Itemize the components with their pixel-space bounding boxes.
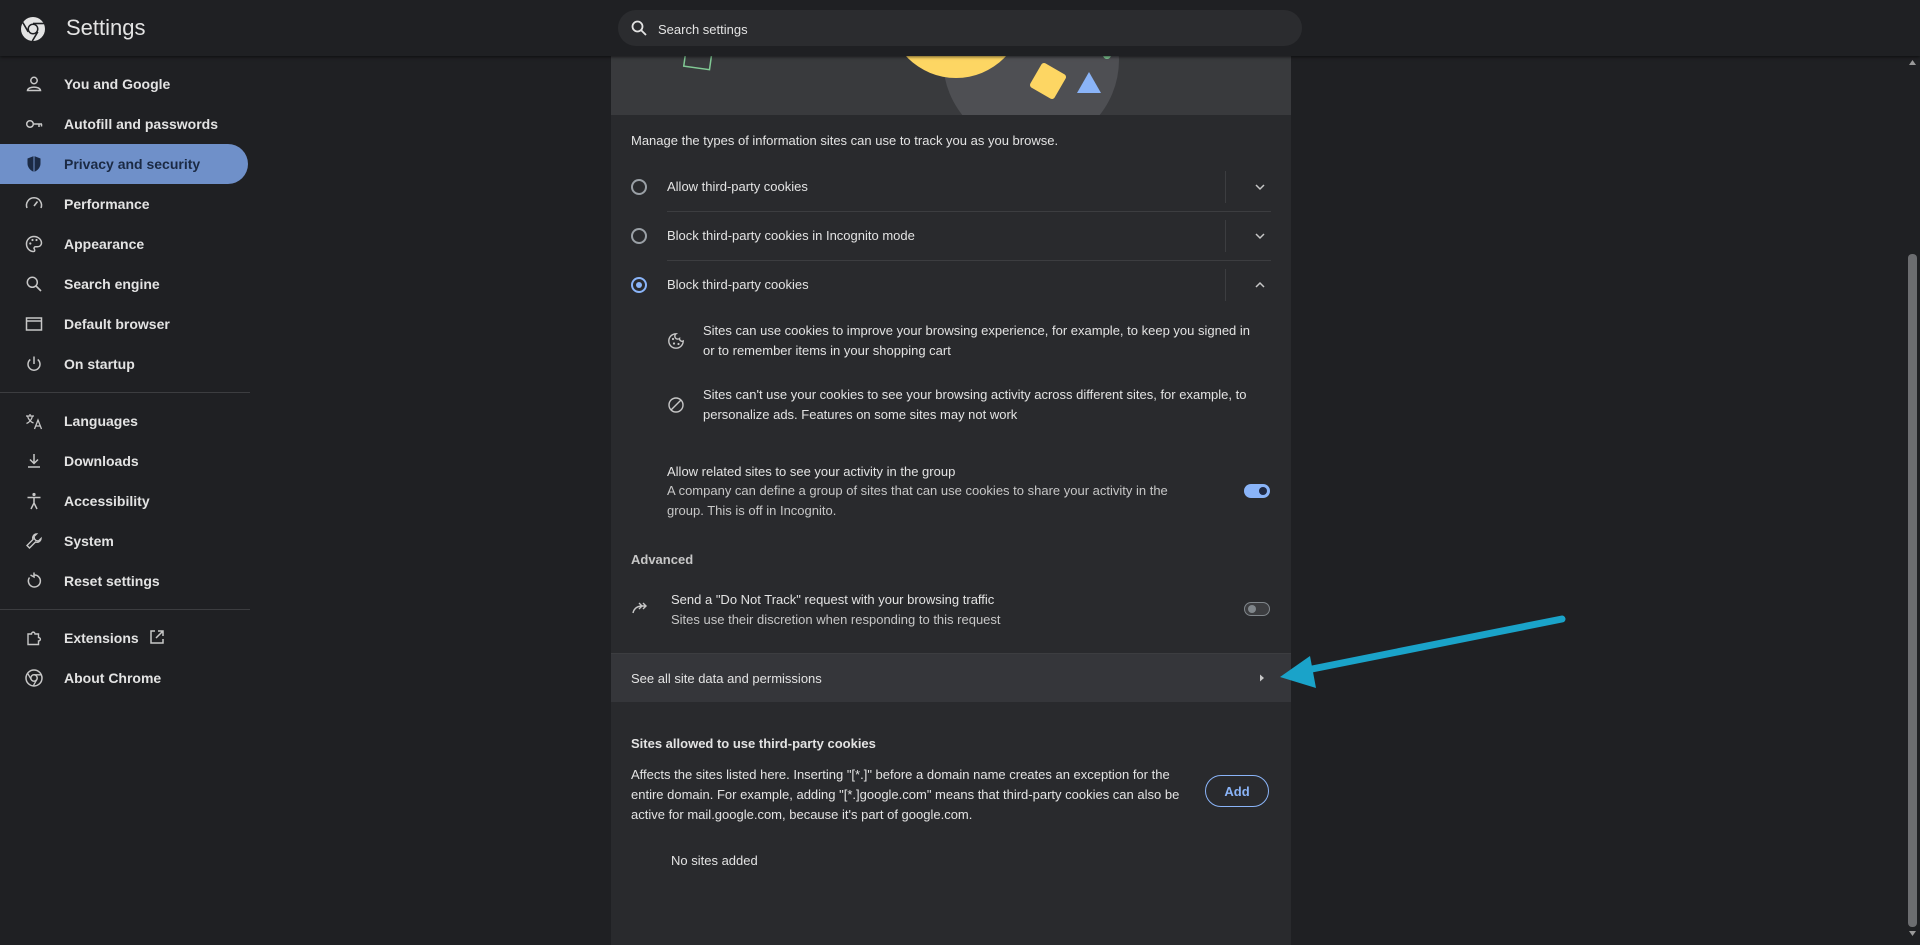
- privacy-settings-card: Manage the types of information sites ca…: [611, 0, 1291, 945]
- sidebar-item-label: Privacy and security: [64, 156, 201, 172]
- power-icon: [27, 356, 41, 371]
- sidebar-item-label: Downloads: [64, 453, 139, 469]
- intro-text: Manage the types of information sites ca…: [631, 133, 1059, 148]
- sidebar-divider: [0, 392, 250, 393]
- separator: [1225, 171, 1226, 203]
- sidebar-item-label: Default browser: [64, 316, 170, 332]
- see-all-site-data-row[interactable]: See all site data and permissions: [611, 653, 1291, 702]
- no-sites-text: No sites added: [671, 853, 758, 868]
- do-not-track-title: Send a "Do Not Track" request with your …: [671, 592, 995, 607]
- chevron-right-icon: [1260, 674, 1264, 682]
- sidebar-item-autofill[interactable]: Autofill and passwords: [0, 104, 248, 144]
- sidebar-item-about-chrome[interactable]: About Chrome: [0, 658, 248, 698]
- sidebar-item-label: About Chrome: [64, 670, 162, 686]
- shield-icon: [27, 156, 41, 172]
- sidebar-item-label: Appearance: [64, 236, 145, 252]
- chrome-icon: [25, 669, 43, 687]
- annotation-arrow: [1280, 615, 1566, 688]
- sidebar-item-on-startup[interactable]: On startup: [0, 344, 248, 384]
- sidebar-item-system[interactable]: System: [0, 521, 248, 561]
- sidebar-item-label: Extensions: [64, 630, 139, 646]
- scroll-down-arrow-icon[interactable]: [1908, 930, 1917, 938]
- page-title: Settings: [66, 15, 146, 40]
- related-sites-toggle[interactable]: [1244, 484, 1270, 498]
- row-divider: [667, 260, 1271, 261]
- palette-icon: [25, 235, 43, 253]
- search-input[interactable]: [656, 10, 1280, 48]
- cookie-icon: [668, 333, 684, 349]
- do-not-track-toggle[interactable]: [1244, 602, 1270, 616]
- chevron-down-icon[interactable]: [1252, 179, 1268, 195]
- chevron-down-icon[interactable]: [1252, 228, 1268, 244]
- do-not-track-description: Sites use their discretion when respondi…: [671, 612, 1001, 627]
- sidebar-item-label: Performance: [64, 196, 150, 212]
- sidebar-item-you-and-google[interactable]: You and Google: [0, 64, 248, 104]
- sidebar-item-reset-settings[interactable]: Reset settings: [0, 561, 248, 601]
- sidebar-item-label: You and Google: [64, 76, 171, 92]
- do-not-track-icon: [632, 602, 647, 614]
- sidebar-item-search-engine[interactable]: Search engine: [0, 264, 248, 304]
- sidebar-item-label: Accessibility: [64, 493, 150, 509]
- reset-icon: [27, 572, 42, 588]
- separator: [1225, 269, 1226, 301]
- sidebar: You and Google Autofill and passwords Pr…: [0, 56, 250, 945]
- related-sites-description: A company can define a group of sites th…: [667, 483, 1168, 518]
- radio-allow-third-party[interactable]: [631, 179, 647, 195]
- detail-text: Sites can use cookies to improve your br…: [703, 323, 1251, 358]
- scrollbar-thumb[interactable]: [1908, 254, 1917, 927]
- sidebar-item-label: Reset settings: [64, 573, 160, 589]
- radio-block-incognito[interactable]: [631, 228, 647, 244]
- chevron-up-icon[interactable]: [1252, 277, 1268, 293]
- option-label: Block third-party cookies: [667, 277, 809, 292]
- external-link-icon: [150, 630, 164, 644]
- sidebar-item-default-browser[interactable]: Default browser: [0, 304, 248, 344]
- sidebar-item-accessibility[interactable]: Accessibility: [0, 481, 248, 521]
- download-icon: [28, 454, 40, 468]
- row-divider: [667, 211, 1271, 212]
- speedometer-icon: [25, 197, 43, 209]
- search-box[interactable]: [618, 10, 1302, 48]
- sidebar-item-downloads[interactable]: Downloads: [0, 441, 248, 481]
- see-all-site-data-label: See all site data and permissions: [631, 671, 822, 686]
- related-sites-title: Allow related sites to see your activity…: [667, 464, 956, 479]
- translate-icon: [26, 414, 43, 430]
- option-label: Block third-party cookies in Incognito m…: [667, 228, 915, 243]
- sidebar-item-label: System: [64, 533, 114, 549]
- sidebar-item-privacy-and-security[interactable]: Privacy and security: [0, 144, 248, 184]
- advanced-heading: Advanced: [631, 552, 694, 567]
- wrench-icon: [26, 533, 42, 549]
- sidebar-divider: [0, 609, 250, 610]
- add-site-button[interactable]: Add: [1205, 775, 1269, 807]
- sidebar-item-performance[interactable]: Performance: [0, 184, 248, 224]
- search-icon: [26, 276, 42, 292]
- separator: [1225, 220, 1226, 252]
- browser-window-icon: [25, 317, 43, 331]
- detail-text: Sites can't use your cookies to see your…: [703, 387, 1247, 422]
- sidebar-item-extensions[interactable]: Extensions: [0, 618, 248, 658]
- radio-block-third-party[interactable]: [631, 277, 647, 293]
- sidebar-item-label: Languages: [64, 413, 138, 429]
- sidebar-item-label: Autofill and passwords: [64, 116, 219, 132]
- sidebar-item-languages[interactable]: Languages: [0, 401, 248, 441]
- allowed-sites-heading: Sites allowed to use third-party cookies: [631, 736, 876, 751]
- chrome-logo-icon: [21, 17, 45, 42]
- puzzle-icon: [27, 631, 42, 646]
- sidebar-item-appearance[interactable]: Appearance: [0, 224, 248, 264]
- accessibility-icon: [27, 492, 41, 510]
- key-icon: [25, 119, 43, 129]
- scroll-up-arrow-icon[interactable]: [1908, 58, 1917, 66]
- header: Settings: [0, 0, 1920, 56]
- block-icon: [668, 397, 684, 413]
- sidebar-item-label: Search engine: [64, 276, 160, 292]
- allowed-sites-description: Affects the sites listed here. Inserting…: [631, 767, 1180, 822]
- search-icon: [631, 20, 647, 36]
- option-label: Allow third-party cookies: [667, 179, 808, 194]
- person-icon: [26, 76, 42, 92]
- sidebar-item-label: On startup: [64, 356, 135, 372]
